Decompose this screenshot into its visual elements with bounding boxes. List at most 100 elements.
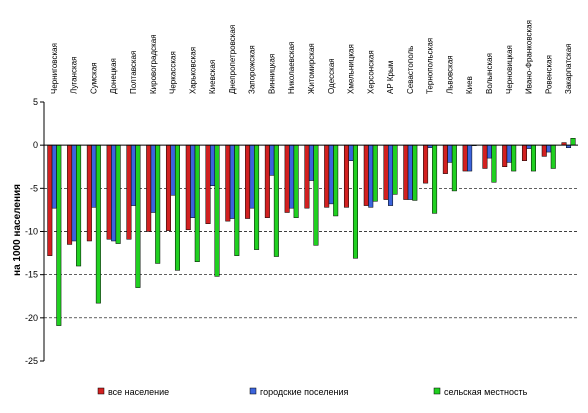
bar [225, 144, 231, 222]
bar [264, 144, 270, 218]
y-tick-label: -10 [25, 227, 38, 237]
bar [442, 144, 448, 174]
y-tick-label: -15 [25, 270, 38, 280]
bar [56, 144, 62, 326]
category-label: Львовская [445, 55, 454, 94]
category-label: Херсонская [366, 50, 375, 94]
category-label: Хмельницкая [347, 44, 356, 94]
bar [530, 144, 536, 172]
legend-swatch [249, 387, 257, 395]
bar [526, 144, 532, 149]
category-label: Ровенская [544, 55, 553, 94]
bar [328, 144, 334, 205]
bar [447, 144, 453, 163]
bar [407, 144, 413, 200]
bar [403, 144, 409, 200]
bar [412, 144, 418, 201]
bar [51, 144, 57, 209]
legend-label: сельская местность [444, 387, 528, 397]
category-label: Закарпатская [564, 44, 573, 95]
bar [170, 144, 176, 196]
bar [165, 144, 171, 231]
bar [47, 144, 53, 256]
bar [214, 144, 220, 277]
category-label: Запорожская [248, 45, 257, 94]
bar [313, 144, 319, 246]
category-label: Черновицкая [505, 45, 514, 94]
bar [372, 144, 378, 202]
category-label: Сумская [89, 62, 98, 94]
bar [343, 144, 349, 208]
bar [491, 144, 497, 183]
bar [229, 144, 235, 219]
bar [383, 144, 389, 200]
y-tick-label: -25 [25, 356, 38, 366]
bar [352, 144, 358, 259]
legend: все население городские поселения сельская… [97, 387, 528, 397]
bar [289, 144, 295, 209]
bar [423, 144, 429, 184]
y-tick-labels: 5 0 -5 -10 -15 -20 -25 [25, 97, 38, 366]
grid-lines [44, 187, 578, 319]
chart: 5 0 -5 -10 -15 -20 -25 Черниговская Луганская Су… [12, 20, 578, 397]
bar [234, 144, 240, 256]
category-label: Луганская [70, 57, 79, 94]
bar [155, 144, 161, 264]
bar [486, 144, 492, 159]
category-label: Николаевская [287, 42, 296, 94]
bar [150, 144, 156, 213]
category-label: Черкасская [169, 51, 178, 94]
bar [570, 138, 576, 146]
bar [388, 144, 394, 206]
bar [482, 144, 488, 169]
bar [541, 144, 547, 157]
bar [135, 144, 141, 288]
category-label: Винницкая [267, 54, 276, 94]
legend-swatch [433, 387, 441, 395]
bar [130, 144, 136, 206]
legend-swatch [97, 387, 105, 395]
bar [324, 144, 330, 208]
bar [293, 144, 299, 218]
category-label: Ивано-Франковская [525, 20, 534, 94]
bar [115, 144, 121, 244]
bar [269, 144, 275, 176]
category-label: Кировоградская [149, 34, 158, 94]
bar [467, 144, 473, 172]
category-label: Севастополь [406, 46, 415, 94]
bar [190, 144, 196, 218]
bar [86, 144, 92, 242]
bar [333, 144, 339, 217]
bar [273, 144, 279, 257]
bar [111, 144, 117, 242]
category-label: АР Крым [386, 61, 395, 94]
category-label: Киев [465, 76, 474, 94]
bar [392, 144, 398, 195]
bar [502, 144, 508, 168]
bar [254, 144, 260, 250]
category-label: Полтавская [129, 51, 138, 94]
bar [95, 144, 101, 304]
y-axis-label: на 1000 населения [12, 184, 23, 276]
bar [308, 144, 314, 181]
bar [348, 144, 354, 161]
bar [194, 144, 200, 262]
bar [521, 144, 527, 161]
bar [205, 144, 211, 224]
category-label: Киевская [208, 60, 217, 94]
bar [91, 144, 97, 208]
bar [174, 144, 180, 271]
bar [71, 144, 77, 242]
category-label: Донецкая [109, 58, 118, 94]
category-label: Житомирская [307, 43, 316, 94]
bar [462, 144, 468, 172]
y-tick-label: 0 [33, 140, 38, 150]
bar [185, 144, 191, 231]
bar [511, 144, 517, 172]
bar [546, 144, 552, 153]
bar [451, 144, 457, 192]
category-label: Днепропетровская [228, 25, 237, 94]
y-tick-label: -5 [30, 183, 38, 193]
bar [284, 144, 290, 213]
bar [368, 144, 374, 208]
